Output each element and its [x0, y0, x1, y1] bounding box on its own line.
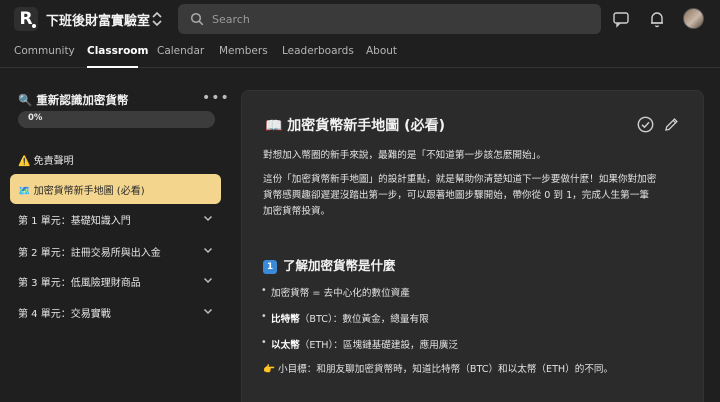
chevron-down-icon[interactable]: [203, 245, 213, 255]
search-bar[interactable]: [178, 4, 601, 34]
progress-text: 0%: [28, 113, 43, 123]
list-item: 加密貨幣 = 去中心化的數位資產: [261, 285, 410, 299]
chevron-down-icon[interactable]: [203, 213, 213, 223]
sidebar-item-disclaimer[interactable]: ⚠️ 免責聲明: [10, 144, 221, 174]
group-logo[interactable]: R: [14, 7, 38, 31]
sidebar-item-label: 🗺️ 加密貨幣新手地圖 (必看): [18, 186, 145, 197]
search-icon: [190, 12, 204, 26]
chat-icon[interactable]: [612, 10, 630, 28]
sidebar-item-unit-1[interactable]: 第 1 單元：基礎知識入門: [10, 204, 221, 234]
list-item: 比特幣（BTC）：數位黃金，總量有限: [261, 311, 429, 325]
user-avatar[interactable]: [683, 8, 704, 29]
tab-community[interactable]: Community: [14, 45, 75, 57]
tab-calendar[interactable]: Calendar: [157, 45, 204, 57]
lesson-paragraph-2-line-2: 貨幣感興趣卻遲遲沒踏出第一步，可以跟著地圖步驟開始，帶你從 0 到 1，完成人生…: [263, 190, 649, 201]
logo-dot: [32, 24, 36, 28]
lesson-paragraph-1: 對想加入幣圈的新手來說，最難的是「不知道第一步該怎麼開始」。: [263, 150, 547, 161]
tab-leaderboards[interactable]: Leaderboards: [282, 45, 354, 57]
course-title: 🔍 重新認識加密貨幣: [18, 92, 128, 108]
sidebar-item-label: 第 2 單元：註冊交易所與出入金: [18, 248, 161, 259]
list-item: 以太幣（ETH）：區塊鏈基礎建設，應用廣泛: [261, 337, 459, 351]
lesson-content-card: 📖 加密貨幣新手地圖 (必看) 對想加入幣圈的新手來說，最難的是「不知道第一步該…: [241, 90, 704, 402]
bullet-text: （ETH）：區塊鏈基礎建設，應用廣泛: [299, 340, 459, 351]
sidebar-item-label: 第 1 單元：基礎知識入門: [18, 216, 131, 227]
sidebar-item-beginner-map[interactable]: 🗺️ 加密貨幣新手地圖 (必看): [10, 174, 221, 204]
section-title: 了解加密貨幣是什麼: [283, 258, 396, 273]
lesson-paragraph-2-line-1: 這份「加密貨幣新手地圖」的設計重點，就是幫助你清楚知道下一步要做什麼！如果你對加…: [263, 174, 657, 185]
course-title-text: 重新認識加密貨幣: [36, 93, 129, 107]
bullet-bold: 以太幣: [271, 340, 300, 351]
bullet-bold: 比特幣: [271, 314, 300, 325]
top-bar: R 下班後財富實驗室: [0, 0, 720, 38]
section-heading: 1 了解加密貨幣是什麼: [263, 255, 396, 274]
course-sidebar: 🔍 重新認識加密貨幣 ••• 0% ⚠️ 免責聲明 🗺️ 加密貨幣新手地圖 (必…: [0, 68, 232, 402]
chevron-up-down-icon[interactable]: [151, 10, 163, 28]
course-icon: 🔍: [18, 93, 33, 107]
logo-letter: R: [19, 9, 33, 29]
sidebar-item-label: 第 3 單元：低風險理財商品: [18, 278, 141, 289]
search-input[interactable]: [212, 4, 582, 34]
lesson-goal: 👉 小目標：和朋友聊加密貨幣時，知道比特幣（BTC）和以太幣（ETH）的不同。: [263, 364, 614, 375]
lesson-paragraph-2-line-3: 加密貨幣投資。: [263, 206, 331, 217]
bullet-text: 加密貨幣 = 去中心化的數位資產: [271, 288, 410, 299]
edit-icon[interactable]: [664, 117, 679, 132]
bullet-text: （BTC）：數位黃金，總量有限: [299, 314, 429, 325]
group-name[interactable]: 下班後財富實驗室: [46, 10, 150, 29]
sidebar-item-label: ⚠️ 免責聲明: [18, 156, 74, 167]
more-options-icon[interactable]: •••: [202, 90, 230, 106]
bell-icon[interactable]: [648, 10, 666, 28]
sidebar-item-label: 第 4 單元：交易實戰: [18, 309, 111, 320]
course-progress-bar: 0%: [18, 111, 215, 128]
tab-classroom[interactable]: Classroom: [87, 45, 148, 57]
sidebar-item-unit-4[interactable]: 第 4 單元：交易實戰: [10, 297, 221, 327]
section-number-badge: 1: [263, 260, 277, 274]
lesson-title: 📖 加密貨幣新手地圖 (必看): [265, 118, 445, 134]
sidebar-item-unit-3[interactable]: 第 3 單元：低風險理財商品: [10, 266, 221, 296]
tab-members[interactable]: Members: [219, 45, 268, 57]
sidebar-item-unit-2[interactable]: 第 2 單元：註冊交易所與出入金: [10, 236, 221, 266]
tab-about[interactable]: About: [366, 45, 397, 57]
nav-tabs: Community Classroom Calendar Members Lea…: [0, 38, 720, 68]
chevron-down-icon[interactable]: [203, 306, 213, 316]
mark-complete-icon[interactable]: [637, 116, 654, 133]
chevron-down-icon[interactable]: [203, 275, 213, 285]
